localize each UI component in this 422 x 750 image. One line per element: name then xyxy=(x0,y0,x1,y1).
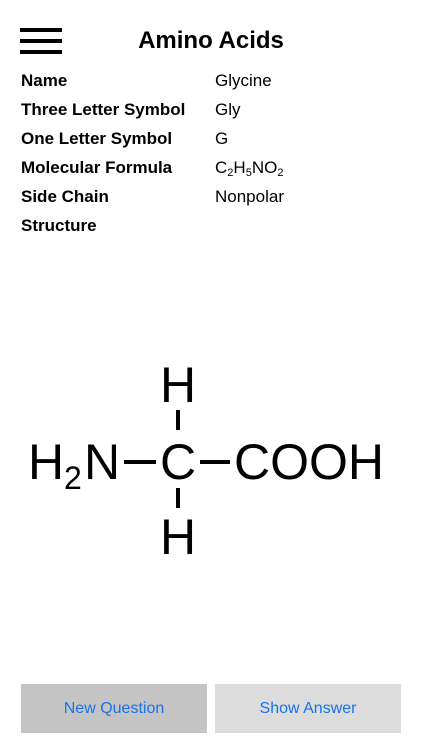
formula-o-subscript: 2 xyxy=(277,167,284,179)
glycine-structure-diagram: H H 2 N C COOH H xyxy=(28,357,384,565)
structure-amino-subscript: 2 xyxy=(64,460,82,496)
info-row-three-letter-symbol: Three Letter Symbol Gly xyxy=(21,95,401,124)
info-label: One Letter Symbol xyxy=(21,129,173,148)
structure-alpha-carbon: C xyxy=(160,434,196,490)
structure-amino-h: H xyxy=(28,434,64,490)
info-row-one-letter-symbol: One Letter Symbol G xyxy=(21,124,401,153)
info-row-name: Name Glycine xyxy=(21,66,401,95)
amino-acid-info-table: Name Glycine Three Letter Symbol Gly One… xyxy=(21,66,401,240)
formula-h: H xyxy=(233,158,246,177)
info-label: Name xyxy=(21,71,68,90)
structure-bottom-hydrogen: H xyxy=(160,509,196,565)
page-title: Amino Acids xyxy=(138,27,284,54)
info-value: G xyxy=(215,129,229,148)
info-value: Nonpolar xyxy=(215,187,284,206)
info-row-molecular-formula: Molecular Formula C2H5NO2 xyxy=(21,153,401,182)
info-row-side-chain: Side Chain Nonpolar xyxy=(21,182,401,211)
formula-no: NO xyxy=(251,158,278,177)
structure-label: Structure xyxy=(21,216,97,235)
structure-top-hydrogen: H xyxy=(160,357,196,413)
info-label: Side Chain xyxy=(21,187,109,206)
new-question-button[interactable]: New Question xyxy=(21,684,207,733)
structure-carboxyl-group: COOH xyxy=(234,434,384,490)
info-row-structure: Structure xyxy=(21,211,401,240)
info-label: Three Letter Symbol xyxy=(21,100,186,119)
info-value: Gly xyxy=(215,100,241,119)
info-label: Molecular Formula xyxy=(21,158,173,177)
structure-amino-n: N xyxy=(84,434,120,490)
info-value: Glycine xyxy=(215,71,272,90)
formula-c: C xyxy=(215,158,228,177)
molecular-formula-value: C2H5NO2 xyxy=(215,153,283,182)
show-answer-button[interactable]: Show Answer xyxy=(215,684,401,733)
